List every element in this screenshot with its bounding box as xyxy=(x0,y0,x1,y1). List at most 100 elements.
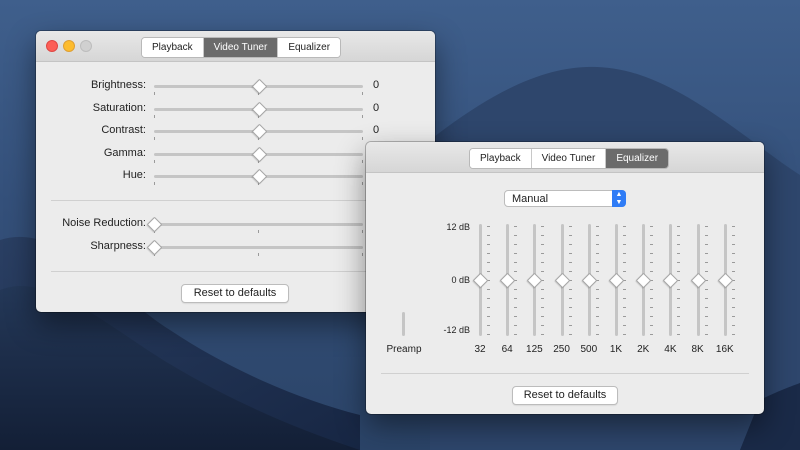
band-tick xyxy=(595,289,599,290)
slider-tick xyxy=(362,92,363,95)
reset-to-defaults-button[interactable]: Reset to defaults xyxy=(512,386,618,405)
separator xyxy=(51,271,419,272)
band-tick xyxy=(487,244,490,245)
band-tick xyxy=(704,271,708,272)
tab-equalizer[interactable]: Equalizer xyxy=(606,149,669,168)
zoom-icon[interactable] xyxy=(80,40,92,52)
slider-thumb[interactable] xyxy=(251,78,267,95)
band-label: 8K xyxy=(691,344,704,355)
slider-label: Hue: xyxy=(122,169,146,181)
band-tick xyxy=(623,307,626,308)
slider-label: Gamma: xyxy=(103,146,146,159)
slider-track[interactable] xyxy=(154,223,363,226)
band-slider-thumb[interactable] xyxy=(663,272,679,289)
band-tick xyxy=(568,235,572,236)
band-tick xyxy=(568,244,572,245)
band-slider-thumb[interactable] xyxy=(635,272,652,289)
band-tick xyxy=(514,307,518,308)
band-label: 1K xyxy=(609,344,623,355)
band-tick xyxy=(704,307,708,308)
band-tick xyxy=(541,253,545,254)
band-slider-thumb[interactable] xyxy=(527,272,543,289)
preamp-slider-track[interactable] xyxy=(402,312,405,336)
preset-select[interactable]: Manual ▲ ▼ xyxy=(504,190,626,207)
band-tick xyxy=(595,226,599,227)
slider-tick xyxy=(154,114,155,118)
slider-thumb[interactable] xyxy=(146,216,163,233)
db-label-top: 12 dB xyxy=(446,222,470,232)
tab-video-tuner[interactable]: Video Tuner xyxy=(531,149,607,168)
band-tick xyxy=(731,334,735,335)
band-slider-thumb[interactable] xyxy=(499,272,516,289)
tab-playback[interactable]: Playback xyxy=(470,149,532,168)
band-slider-thumb[interactable] xyxy=(581,272,598,289)
band-tick xyxy=(704,253,708,254)
slider-label: Sharpness: xyxy=(90,239,146,252)
band-tick xyxy=(623,253,626,254)
slider-tick xyxy=(154,137,155,140)
band-tick xyxy=(568,325,572,326)
band-tick xyxy=(623,235,626,236)
equalizer-window: Playback Video Tuner Equalizer Manual ▲ ▼… xyxy=(366,142,764,414)
band-tick xyxy=(731,316,735,317)
title-bar[interactable]: Playback Video Tuner Equalizer xyxy=(36,31,435,62)
title-bar[interactable]: Playback Video Tuner Equalizer xyxy=(366,142,764,173)
band-tick xyxy=(541,226,545,227)
tab-equalizer[interactable]: Equalizer xyxy=(278,38,341,57)
separator xyxy=(51,200,419,201)
band-tick xyxy=(623,289,626,290)
slider-tick xyxy=(258,252,259,256)
band-slider-thumb[interactable] xyxy=(717,272,734,289)
db-label-bottom: -12 dB xyxy=(443,325,470,335)
band-tick xyxy=(704,316,708,317)
band-slider-thumb[interactable] xyxy=(690,272,706,289)
band-tick xyxy=(731,289,735,290)
band-tick xyxy=(650,316,654,317)
band-tick xyxy=(568,316,572,317)
band-tick xyxy=(731,298,735,299)
slider-thumb[interactable] xyxy=(251,101,267,117)
band-tick xyxy=(650,253,654,254)
slider-thumb[interactable] xyxy=(146,239,163,255)
band-tick xyxy=(677,244,681,245)
db-label-mid: 0 dB xyxy=(451,275,470,285)
band-slider-thumb[interactable] xyxy=(472,272,489,289)
slider-thumb[interactable] xyxy=(251,168,267,185)
tab-video-tuner[interactable]: Video Tuner xyxy=(203,38,279,57)
close-icon[interactable] xyxy=(46,40,58,52)
reset-to-defaults-button[interactable]: Reset to defaults xyxy=(181,284,289,303)
band-tick xyxy=(568,253,572,254)
band-label: 64 xyxy=(501,344,513,355)
slider-thumb[interactable] xyxy=(251,146,267,162)
band-tick xyxy=(623,271,626,272)
band-tick xyxy=(487,334,490,335)
band-tick xyxy=(704,325,708,326)
band-tick xyxy=(677,253,681,254)
slider-label: Brightness: xyxy=(90,79,146,91)
band-tick xyxy=(650,226,654,227)
band-tick xyxy=(650,271,654,272)
band-tick xyxy=(487,289,490,290)
band-tick xyxy=(514,244,518,245)
band-tick xyxy=(541,325,545,326)
band-slider-thumb[interactable] xyxy=(608,272,625,289)
band-tick xyxy=(541,298,545,299)
slider-track[interactable] xyxy=(154,245,363,249)
band-tick xyxy=(487,253,490,254)
band-tick xyxy=(541,334,545,335)
band-tick xyxy=(623,262,626,263)
band-tick xyxy=(514,226,518,227)
band-tick xyxy=(514,235,518,236)
band-tick xyxy=(541,289,545,290)
band-label: 500 xyxy=(580,344,598,355)
slider-thumb[interactable] xyxy=(251,123,267,140)
band-tick xyxy=(595,262,599,263)
band-tick xyxy=(487,226,490,227)
slider-value: 0 xyxy=(373,101,380,114)
minimize-icon[interactable] xyxy=(63,40,75,52)
tab-playback[interactable]: Playback xyxy=(142,38,204,57)
band-tick xyxy=(731,262,735,263)
preset-value: Manual xyxy=(512,193,549,205)
band-tick xyxy=(704,298,708,299)
band-slider-thumb[interactable] xyxy=(554,272,570,289)
